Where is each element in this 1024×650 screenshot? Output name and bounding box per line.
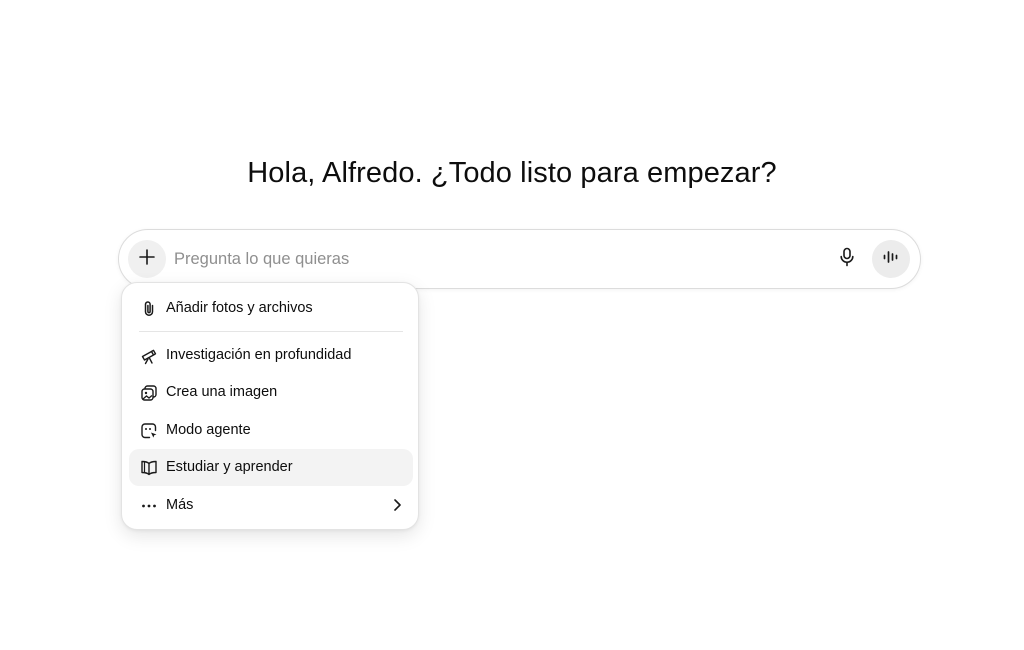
menu-item-label: Crea una imagen	[166, 384, 278, 400]
image-icon	[139, 383, 159, 403]
agent-cursor-icon	[139, 421, 159, 441]
menu-item-study-learn[interactable]: Estudiar y aprender	[129, 449, 413, 486]
menu-item-agent-mode[interactable]: Modo agente	[129, 412, 413, 449]
voice-mode-button[interactable]	[872, 240, 910, 278]
voice-waveform-icon	[882, 249, 900, 270]
add-attachment-button[interactable]	[128, 240, 166, 278]
paperclip-icon	[139, 299, 159, 319]
menu-item-label: Añadir fotos y archivos	[166, 300, 313, 316]
more-dots-icon	[139, 496, 159, 516]
microphone-icon	[838, 247, 856, 272]
menu-item-label: Más	[166, 497, 194, 513]
menu-item-label: Modo agente	[166, 422, 251, 438]
menu-item-add-files[interactable]: Añadir fotos y archivos	[129, 290, 413, 327]
menu-item-deep-research[interactable]: Investigación en profundidad	[129, 337, 413, 374]
attachment-menu: Añadir fotos y archivos Investigación en…	[121, 282, 419, 530]
prompt-input[interactable]	[174, 244, 814, 274]
menu-item-more[interactable]: Más	[129, 487, 413, 524]
chevron-right-icon	[389, 497, 405, 513]
prompt-composer	[118, 229, 921, 289]
menu-item-label: Estudiar y aprender	[166, 459, 293, 475]
telescope-icon	[139, 346, 159, 366]
menu-item-create-image[interactable]: Crea una imagen	[129, 374, 413, 411]
menu-item-label: Investigación en profundidad	[166, 347, 352, 363]
open-book-icon	[139, 458, 159, 478]
dictate-button[interactable]	[832, 244, 862, 274]
greeting-title: Hola, Alfredo. ¿Todo listo para empezar?	[247, 157, 777, 189]
menu-divider	[139, 331, 403, 332]
plus-icon	[138, 248, 156, 271]
